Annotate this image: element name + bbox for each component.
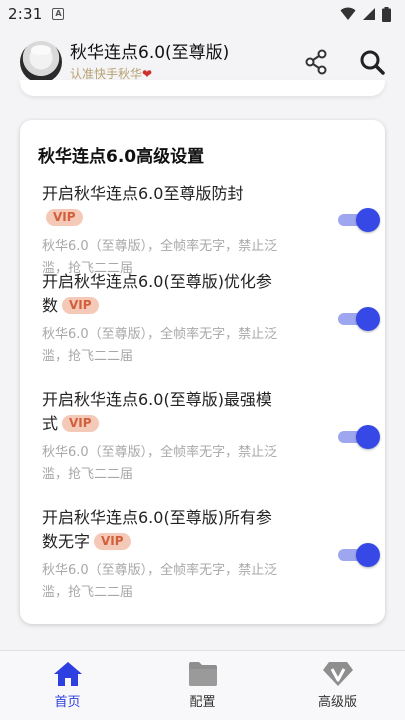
setting-description: 秋华6.0（至尊版），全帧率无字，禁止泛滥，抢飞二二届 (42, 327, 278, 364)
setting-item-strongest: 开启秋华连点6.0(至尊版)最强模式 VIP 秋华6.0（至尊版），全帧率无字，禁… (42, 388, 380, 486)
vip-badge: VIP (62, 297, 99, 314)
search-icon (360, 50, 385, 75)
nav-label: 高级版 (317, 695, 357, 710)
share-icon (305, 49, 327, 75)
heart-icon: ❤ (142, 67, 153, 81)
toggle-switch-strongest[interactable] (338, 425, 380, 449)
nav-item-home[interactable]: 首页 (0, 651, 135, 720)
status-time: 2:31 (8, 5, 43, 23)
toggle-thumb (356, 208, 380, 232)
battery-icon (382, 6, 391, 22)
vip-badge: VIP (94, 533, 131, 550)
toggle-switch-optimize[interactable] (338, 307, 380, 331)
share-button[interactable] (303, 49, 329, 75)
header-text: 秋华连点6.0(至尊版) 认准快手秋华❤ (70, 42, 229, 82)
home-icon (53, 662, 82, 686)
vip-badge: VIP (62, 415, 99, 432)
setting-label: 开启秋华连点6.0至尊版防封 (42, 184, 244, 203)
setting-title: 开启秋华连点6.0至尊版防封 VIP (42, 182, 282, 230)
wifi-icon (340, 7, 356, 20)
setting-title: 开启秋华连点6.0(至尊版)优化参数 VIP (42, 270, 282, 318)
header-actions (303, 49, 385, 75)
subtitle-text: 认准快手秋华 (70, 67, 143, 81)
toggle-thumb (356, 425, 380, 449)
cellular-signal-icon (363, 8, 375, 20)
toggle-switch-no-text[interactable] (338, 543, 380, 567)
search-button[interactable] (359, 49, 385, 75)
setting-description: 秋华6.0（至尊版），全帧率无字，禁止泛滥，抢飞二二届 (42, 563, 278, 600)
app-notification-icon: A (52, 8, 65, 20)
toggle-switch-anti-ban[interactable] (338, 208, 380, 232)
previous-card-edge (20, 80, 385, 96)
app-title: 秋华连点6.0(至尊版) (70, 43, 230, 63)
setting-title: 开启秋华连点6.0(至尊版)所有参数无字 VIP (42, 506, 282, 554)
setting-description: 秋华6.0（至尊版），全帧率无字，禁止泛滥，抢飞二二届 (42, 445, 278, 482)
nav-label: 首页 (54, 695, 81, 710)
setting-item-optimize: 开启秋华连点6.0(至尊版)优化参数 VIP 秋华6.0（至尊版），全帧率无字，禁… (42, 270, 380, 368)
bottom-nav: 首页 配置 高级版 (0, 650, 405, 720)
status-bar: 2:31 A (0, 0, 405, 28)
toggle-thumb (356, 543, 380, 567)
toggle-thumb (356, 307, 380, 331)
vip-diamond-icon (322, 662, 353, 686)
setting-title: 开启秋华连点6.0(至尊版)最强模式 VIP (42, 388, 282, 436)
nav-item-premium[interactable]: 高级版 (270, 651, 405, 720)
setting-item-no-text: 开启秋华连点6.0(至尊版)所有参数无字 VIP 秋华6.0（至尊版），全帧率无字… (42, 506, 380, 604)
advanced-settings-card: 秋华连点6.0高级设置 开启秋华连点6.0至尊版防封 VIP 秋华6.0（至尊版）… (20, 120, 385, 624)
nav-label: 配置 (189, 695, 216, 710)
avatar[interactable] (20, 41, 62, 83)
setting-item-anti-ban: 开启秋华连点6.0至尊版防封VIP 秋华6.0（至尊版），全帧率无字，禁止泛滥，… (42, 182, 380, 280)
status-indicators (340, 6, 391, 22)
vip-badge: VIP (46, 209, 83, 226)
nav-item-config[interactable]: 配置 (135, 651, 270, 720)
setting-label: 开启秋华连点6.0(至尊版)所有参数无字 (42, 508, 272, 551)
card-title: 秋华连点6.0高级设置 (38, 147, 205, 167)
folder-icon (188, 662, 217, 686)
